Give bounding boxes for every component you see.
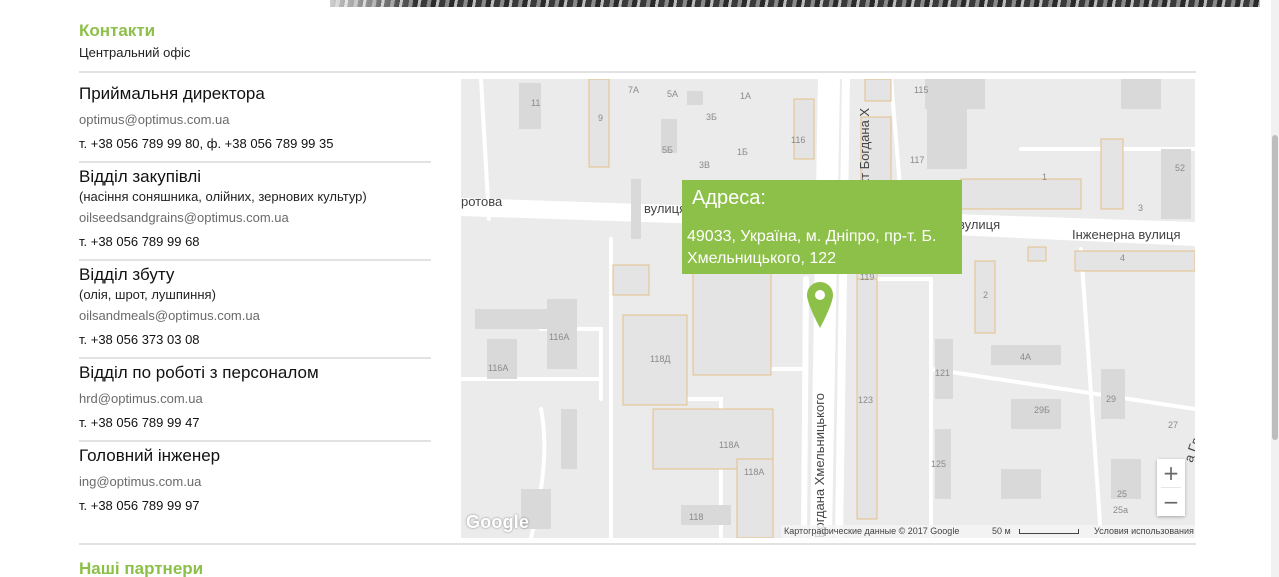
department-note: (насіння соняшника, олійних, зернових ку… bbox=[79, 189, 367, 204]
street-label: Інженерна вулиця bbox=[1072, 227, 1181, 242]
department-procurement: Відділ закупівлі (насіння соняшника, олі… bbox=[79, 163, 431, 261]
central-office-subheading: Центральний офіс bbox=[79, 45, 191, 60]
building-label: 25 bbox=[1117, 489, 1128, 499]
building-label: 2 bbox=[983, 290, 989, 300]
building-label: 7А bbox=[628, 85, 640, 95]
department-title: Головний інженер bbox=[79, 446, 221, 465]
department-phone: т. +38 056 373 03 08 bbox=[79, 332, 200, 347]
department-title: Відділ по роботі з персоналом bbox=[79, 363, 319, 382]
department-phone: т. +38 056 789 99 47 bbox=[79, 415, 200, 430]
building-label: 118Д bbox=[650, 354, 671, 364]
address-info-window: Адреса: 49033, Україна, м. Дніпро, пр-т.… bbox=[682, 180, 962, 274]
building-label: 116А bbox=[549, 332, 570, 342]
department-email[interactable]: oilsandmeals@optimus.com.ua bbox=[79, 307, 431, 325]
building-label: 11 bbox=[531, 98, 541, 108]
building-label: 1А bbox=[740, 91, 752, 101]
building-label: 29 bbox=[1106, 394, 1117, 404]
building-label: 4А bbox=[1020, 352, 1032, 362]
street-label: Богдана Хмельницького bbox=[812, 393, 827, 538]
map-attribution-text[interactable]: Картографические данные © 2017 Google bbox=[784, 526, 959, 536]
street-label: вулиця bbox=[958, 217, 1001, 232]
building-label: 118А bbox=[744, 467, 765, 477]
department-email[interactable]: optimus@optimus.com.ua bbox=[79, 111, 431, 129]
department-phone: т. +38 056 789 99 68 bbox=[79, 234, 200, 249]
contacts-heading: Контакти bbox=[79, 21, 156, 40]
department-title: Відділ збуту bbox=[79, 265, 175, 284]
building-label: 1Б bbox=[737, 147, 748, 157]
building-label: 25а bbox=[1113, 505, 1129, 515]
building-label: 3В bbox=[699, 160, 711, 170]
department-email[interactable]: ing@optimus.com.ua bbox=[79, 473, 431, 491]
building-label: 4 bbox=[1120, 253, 1126, 263]
map-terms-link[interactable]: Условия использования bbox=[1094, 526, 1194, 536]
address-text: 49033, Україна, м. Дніпро, пр-т. Б. Хмел… bbox=[687, 228, 937, 267]
departments-list: Приймальня директора optimus@optimus.com… bbox=[79, 80, 431, 523]
building-label: 9 bbox=[598, 113, 604, 123]
department-phone: т. +38 056 789 99 80, ф. +38 056 789 99 … bbox=[79, 136, 334, 151]
google-logo[interactable]: Google bbox=[466, 512, 529, 533]
divider-top bbox=[79, 71, 1196, 73]
map-scale-bar bbox=[1019, 529, 1079, 534]
department-email[interactable]: oilseedsandgrains@optimus.com.ua bbox=[79, 209, 431, 227]
divider-bottom bbox=[79, 543, 1196, 545]
partners-heading: Наші партнери bbox=[79, 559, 204, 577]
map-attribution-bar: Картографические данные © 2017 Google 50… bbox=[781, 525, 1195, 538]
building-label: 118А bbox=[719, 440, 740, 450]
zoom-in-button[interactable]: + bbox=[1157, 459, 1185, 487]
building-label: 5А bbox=[667, 89, 679, 99]
map-zoom-control: + − bbox=[1157, 459, 1185, 516]
department-reception: Приймальня директора optimus@optimus.com… bbox=[79, 80, 431, 163]
department-title: Відділ закупівлі bbox=[79, 167, 202, 186]
building-label: 115 bbox=[914, 85, 929, 95]
building-label: 27 bbox=[1168, 420, 1179, 430]
header-photo bbox=[330, 0, 1260, 7]
building-label: 117 bbox=[910, 155, 925, 165]
department-title: Приймальня директора bbox=[79, 84, 265, 103]
building-label: 1 bbox=[1042, 172, 1048, 182]
building-label: 5Б bbox=[662, 145, 673, 155]
building-label: 116А bbox=[488, 363, 509, 373]
building-label: 3Б bbox=[706, 112, 717, 122]
building-label: 125 bbox=[931, 459, 947, 469]
department-hr: Відділ по роботі з персоналом hrd@optimu… bbox=[79, 359, 431, 442]
map-scale-label[interactable]: 50 м bbox=[992, 526, 1011, 536]
address-title: Адреса: bbox=[692, 187, 766, 209]
street-label: ротова bbox=[461, 194, 503, 209]
street-label: вулиця bbox=[644, 201, 687, 216]
building-label: 118 bbox=[689, 512, 704, 522]
zoom-out-button[interactable]: − bbox=[1157, 488, 1185, 516]
building-label: 123 bbox=[858, 395, 874, 405]
header-photo-strip bbox=[0, 0, 1279, 7]
department-phone: т. +38 056 789 99 97 bbox=[79, 498, 200, 513]
department-note: (олія, шрот, лушпиння) bbox=[79, 287, 216, 302]
department-email[interactable]: hrd@optimus.com.ua bbox=[79, 390, 431, 408]
building-label: 3 bbox=[1138, 203, 1144, 213]
building-label: 116 bbox=[791, 135, 806, 145]
building-label: 29Б bbox=[1034, 405, 1050, 415]
department-chief-engineer: Головний інженер ing@optimus.com.ua т. +… bbox=[79, 442, 431, 523]
google-map[interactable]: ротова вулиця вулиця Інженерна вулиця пр… bbox=[461, 79, 1195, 538]
department-sales: Відділ збуту (олія, шрот, лушпиння) oils… bbox=[79, 261, 431, 359]
building-label: 121 bbox=[935, 368, 951, 378]
page-scrollbar[interactable] bbox=[1271, 0, 1279, 577]
building-label: 52 bbox=[1175, 163, 1186, 173]
scrollbar-thumb[interactable] bbox=[1272, 135, 1278, 440]
